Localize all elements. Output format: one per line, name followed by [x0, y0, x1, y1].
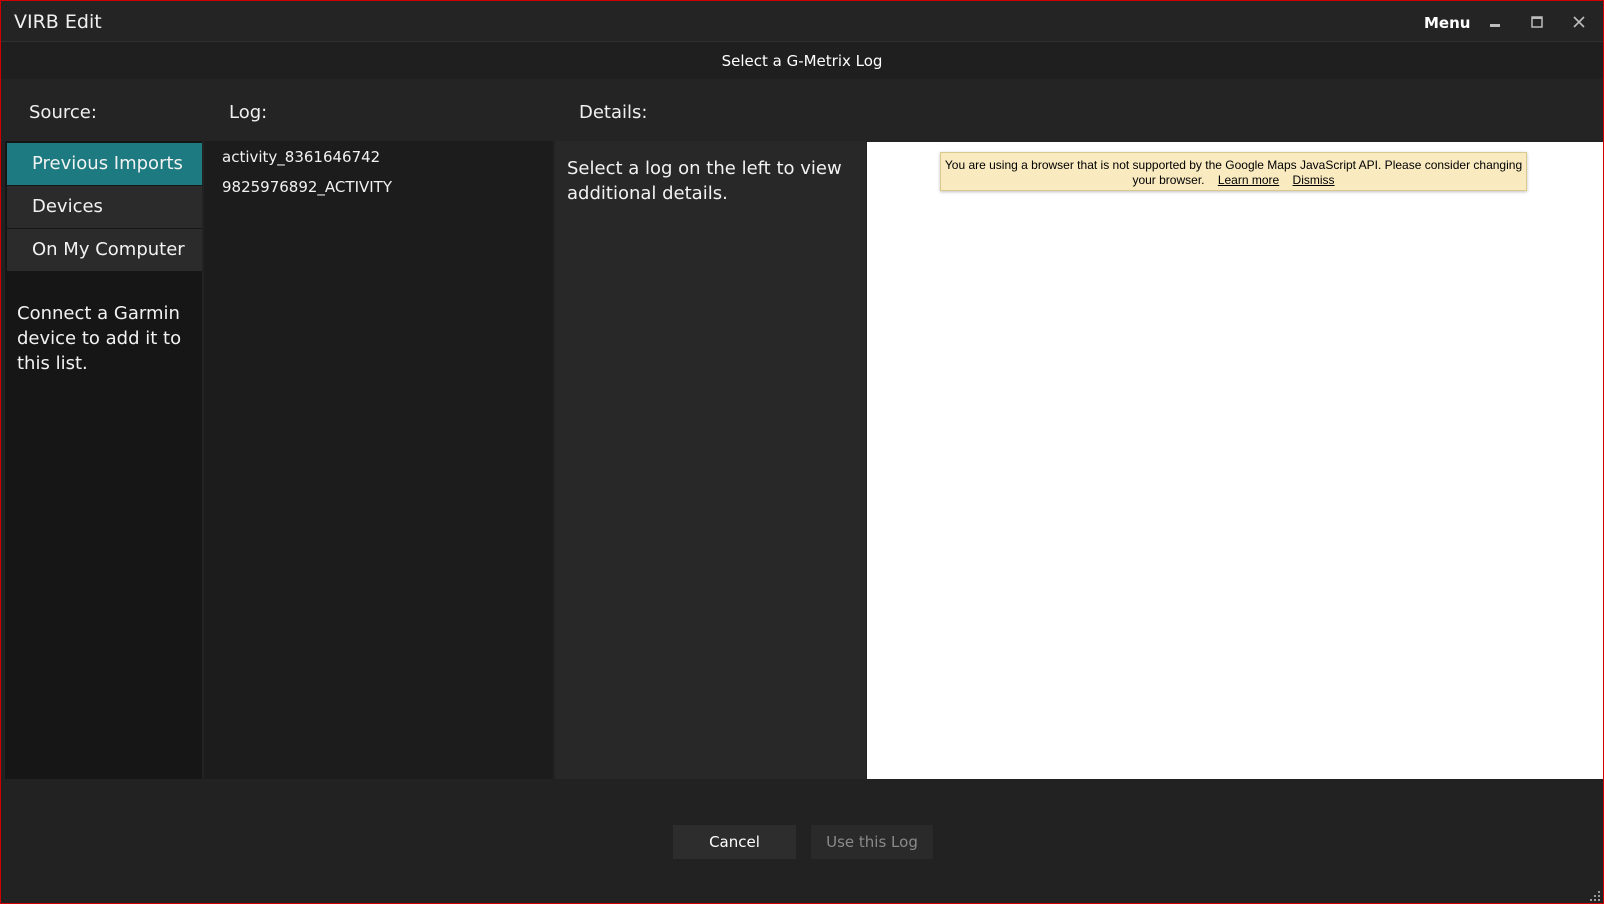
close-icon[interactable]: [1564, 9, 1594, 35]
dismiss-link[interactable]: Dismiss: [1293, 173, 1335, 187]
app-title: VIRB Edit: [14, 11, 102, 33]
learn-more-link[interactable]: Learn more: [1218, 173, 1279, 187]
cancel-button[interactable]: Cancel: [673, 825, 796, 859]
app-window: VIRB Edit Menu Select a G-Metrix Log Sou…: [0, 0, 1604, 904]
log-item[interactable]: 9825976892_ACTIVITY: [222, 178, 392, 196]
source-item-label: Previous Imports: [32, 153, 183, 174]
log-list: activity_8361646742 9825976892_ACTIVITY: [204, 141, 553, 779]
browser-warning-banner: You are using a browser that is not supp…: [940, 152, 1527, 191]
map-view[interactable]: You are using a browser that is not supp…: [867, 142, 1603, 779]
source-hint: Connect a Garmin device to add it to thi…: [17, 303, 182, 374]
maximize-icon[interactable]: [1522, 9, 1552, 35]
source-list: Previous Imports Devices On My Computer …: [5, 141, 202, 779]
log-item[interactable]: activity_8361646742: [222, 148, 380, 166]
source-item-label: Devices: [32, 196, 103, 217]
details-heading: Details:: [579, 102, 648, 123]
column-headers: Source: Log: Details:: [1, 79, 1603, 141]
menu-button[interactable]: Menu: [1424, 14, 1470, 32]
details-panel: Select a log on the left to view additio…: [555, 141, 866, 779]
dialog-footer: Cancel Use this Log: [1, 779, 1603, 903]
source-item-label: On My Computer: [32, 239, 185, 260]
details-placeholder: Select a log on the left to view additio…: [567, 158, 842, 204]
source-item-devices[interactable]: Devices: [7, 186, 202, 228]
dialog-header: Select a G-Metrix Log: [1, 41, 1603, 80]
use-log-button[interactable]: Use this Log: [811, 825, 933, 859]
source-item-previous-imports[interactable]: Previous Imports: [7, 143, 202, 185]
source-item-on-my-computer[interactable]: On My Computer: [7, 229, 202, 271]
source-heading: Source:: [29, 102, 97, 123]
resize-grip-icon[interactable]: [1587, 887, 1601, 901]
minimize-icon[interactable]: [1480, 9, 1510, 35]
log-heading: Log:: [229, 102, 268, 123]
dialog-title: Select a G-Metrix Log: [721, 52, 883, 70]
title-bar: VIRB Edit Menu: [1, 1, 1603, 41]
